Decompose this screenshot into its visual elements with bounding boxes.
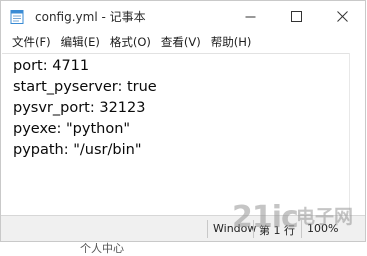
status-encoding: Window (213, 222, 257, 235)
status-divider (207, 220, 208, 238)
status-bar: Window 第 1 行 100% (1, 215, 365, 241)
close-button[interactable] (319, 1, 365, 31)
menu-view[interactable]: 查看(V) (157, 32, 207, 52)
status-divider (301, 220, 302, 238)
maximize-icon (290, 7, 302, 26)
vertical-scrollbar[interactable] (349, 53, 365, 215)
status-zoom: 100% (307, 222, 339, 235)
menu-bar: 文件(F) 编辑(E) 格式(O) 查看(V) 帮助(H) (1, 31, 365, 53)
minimize-button[interactable] (227, 1, 273, 31)
minimize-icon (245, 7, 256, 26)
editor-line: pyexe: "python" (13, 121, 131, 137)
close-icon (336, 7, 348, 26)
window-title: config.yml - 记事本 (35, 10, 146, 24)
menu-file[interactable]: 文件(F) (8, 32, 57, 52)
menu-format[interactable]: 格式(O) (106, 32, 157, 52)
editor-line: pypath: "/usr/bin" (13, 142, 142, 158)
status-divider (253, 220, 254, 238)
editor-line: pysvr_port: 32123 (13, 100, 146, 116)
text-editor[interactable]: port: 4711 start_pyserver: true pysvr_po… (2, 53, 349, 215)
notepad-icon (10, 9, 24, 24)
status-position: 第 1 行 (259, 224, 295, 237)
maximize-button[interactable] (273, 1, 319, 31)
background-text: 个人中心 (80, 242, 124, 255)
editor-line: start_pyserver: true (13, 79, 157, 95)
editor-line: port: 4711 (13, 58, 90, 74)
menu-help[interactable]: 帮助(H) (207, 32, 258, 52)
menu-edit[interactable]: 编辑(E) (57, 32, 106, 52)
notepad-window: config.yml - 记事本 文件(F) 编辑(E) 格式(O) 查看(V)… (0, 0, 366, 242)
title-bar[interactable]: config.yml - 记事本 (1, 1, 365, 31)
